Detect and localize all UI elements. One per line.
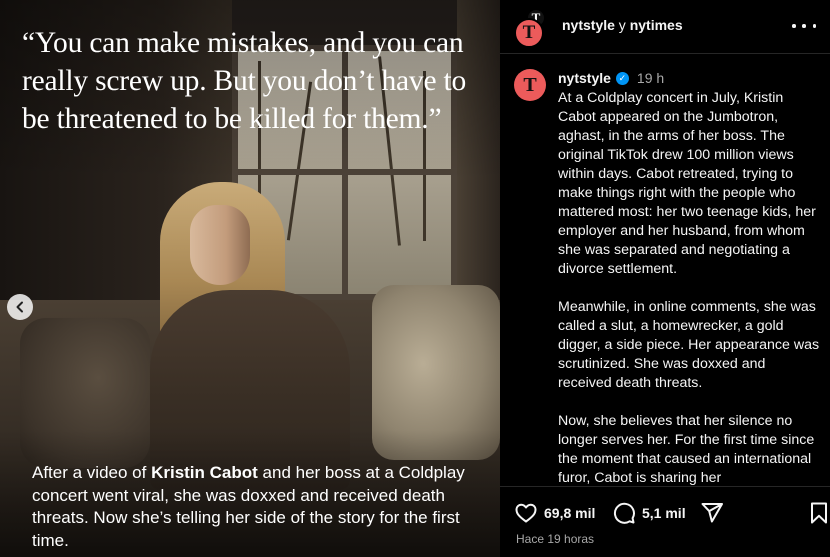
- caption-text-start: After a video of: [32, 463, 152, 482]
- caption-avatar[interactable]: T: [514, 69, 546, 101]
- share-button[interactable]: [700, 501, 724, 525]
- author-link-nytimes[interactable]: nytimes: [630, 17, 683, 33]
- author-link-nytstyle[interactable]: nytstyle: [562, 17, 615, 33]
- verified-badge-icon: ✓: [615, 71, 629, 85]
- action-bar: 69,8 mil 5,1 mil Hace 19 horas: [500, 486, 830, 557]
- save-button[interactable]: [808, 501, 830, 525]
- post-caption-area: T nytstyle ✓ 19 h At a Coldplay concert …: [500, 55, 830, 485]
- caption-paragraph: At a Coldplay concert in July, Kristin C…: [558, 90, 816, 277]
- more-horizontal-icon: [792, 24, 796, 28]
- pull-quote: “You can make mistakes, and you can real…: [22, 27, 467, 135]
- author-connector: y: [614, 17, 630, 33]
- comment-icon: [613, 502, 635, 524]
- post-media[interactable]: “You can make mistakes, and you can real…: [0, 0, 500, 557]
- more-dot: [812, 24, 816, 28]
- caption-username[interactable]: nytstyle: [558, 70, 611, 86]
- heart-icon: [515, 503, 537, 523]
- comment-count[interactable]: 5,1 mil: [642, 505, 686, 521]
- caption-meta: nytstyle ✓ 19 h: [558, 70, 664, 86]
- nytstyle-avatar[interactable]: T: [514, 18, 544, 48]
- caption-body: At a Coldplay concert in July, Kristin C…: [558, 89, 820, 485]
- chevron-left-icon: [16, 301, 23, 313]
- caption-paragraph: Meanwhile, in online comments, she was c…: [558, 299, 820, 391]
- collab-avatars[interactable]: T T: [514, 8, 550, 48]
- comment-button[interactable]: 5,1 mil: [612, 501, 686, 525]
- bookmark-icon: [811, 502, 827, 524]
- post-header: T T nytstyle y nytimes: [500, 0, 830, 54]
- caption-paragraph: Now, she believes that her silence no lo…: [558, 413, 815, 485]
- more-dot: [802, 24, 806, 28]
- post-side-panel: T T nytstyle y nytimes T nytstyle ✓ 19 h…: [500, 0, 830, 557]
- post-time: 19 h: [636, 70, 665, 86]
- like-button[interactable]: 69,8 mil: [514, 501, 595, 525]
- previous-slide-button[interactable]: [7, 294, 33, 320]
- like-count[interactable]: 69,8 mil: [544, 505, 595, 521]
- post-authors: nytstyle y nytimes: [562, 17, 683, 33]
- more-options-button[interactable]: [792, 14, 816, 38]
- caption-name: Kristin Cabot: [151, 463, 258, 482]
- image-caption: After a video of Kristin Cabot and her b…: [32, 462, 472, 552]
- person-face: [190, 205, 250, 285]
- post-date[interactable]: Hace 19 horas: [516, 532, 594, 546]
- share-icon: [701, 503, 723, 523]
